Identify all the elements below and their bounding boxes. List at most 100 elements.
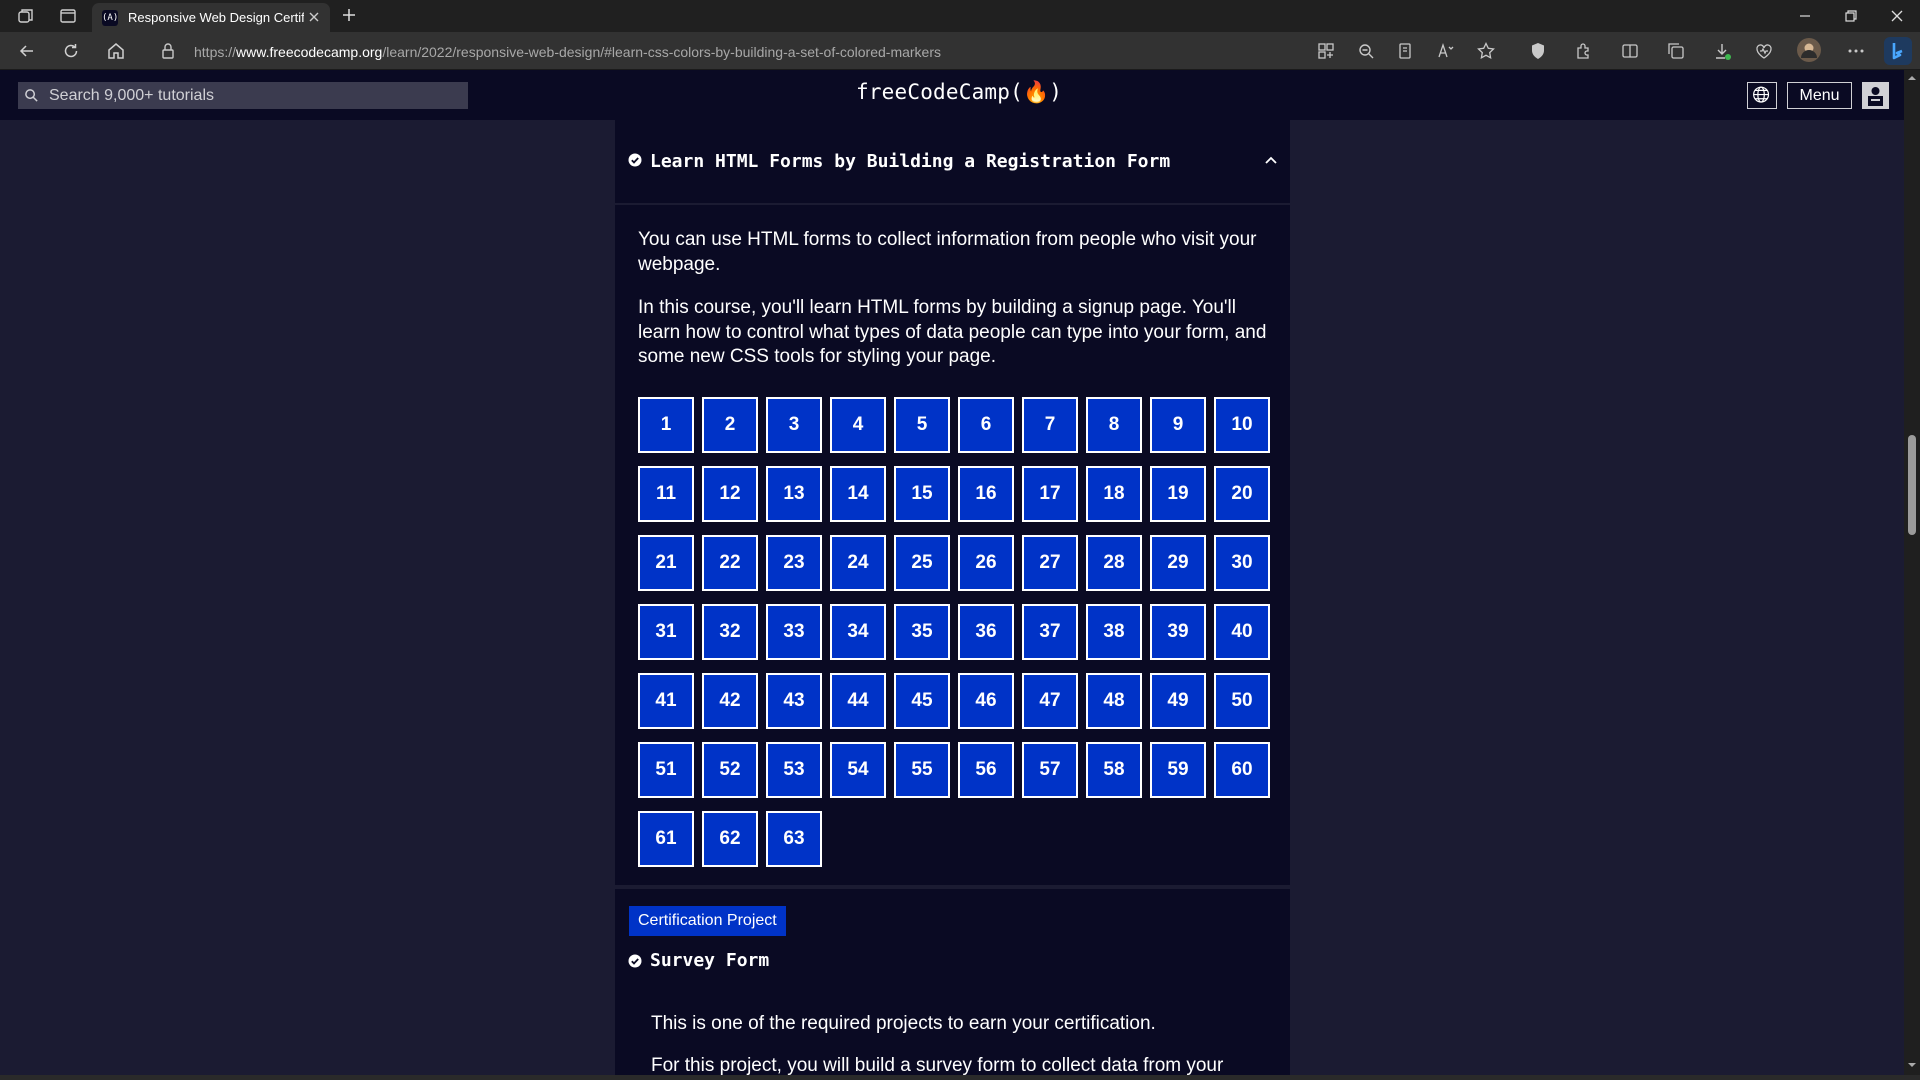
step-button[interactable]: 28: [1086, 535, 1142, 591]
step-button[interactable]: 27: [1022, 535, 1078, 591]
scroll-down-icon[interactable]: [1908, 1061, 1916, 1069]
step-button[interactable]: 46: [958, 673, 1014, 729]
profile-icon[interactable]: [1797, 38, 1821, 62]
step-button[interactable]: 48: [1086, 673, 1142, 729]
step-button[interactable]: 24: [830, 535, 886, 591]
step-button[interactable]: 33: [766, 604, 822, 660]
step-button[interactable]: 9: [1150, 397, 1206, 453]
step-button[interactable]: 1: [638, 397, 694, 453]
more-icon[interactable]: [1846, 41, 1866, 61]
step-button[interactable]: 38: [1086, 604, 1142, 660]
step-button[interactable]: 26: [958, 535, 1014, 591]
extensions-icon[interactable]: [1574, 41, 1594, 61]
search-input[interactable]: Search 9,000+ tutorials: [18, 82, 468, 109]
step-button[interactable]: 14: [830, 466, 886, 522]
step-button[interactable]: 7: [1022, 397, 1078, 453]
step-button[interactable]: 58: [1086, 742, 1142, 798]
step-button[interactable]: 3: [766, 397, 822, 453]
browser-essentials-icon[interactable]: [1754, 41, 1774, 61]
step-button[interactable]: 20: [1214, 466, 1270, 522]
step-button[interactable]: 56: [958, 742, 1014, 798]
chevron-up-icon[interactable]: [1264, 155, 1278, 165]
scroll-thumb[interactable]: [1908, 435, 1916, 535]
scroll-up-icon[interactable]: [1908, 74, 1916, 82]
read-aloud-icon[interactable]: [1436, 41, 1456, 61]
lock-icon[interactable]: [158, 41, 178, 61]
step-button[interactable]: 50: [1214, 673, 1270, 729]
downloads-icon[interactable]: [1712, 41, 1732, 61]
favorite-star-icon[interactable]: [1476, 41, 1496, 61]
avatar[interactable]: [1862, 82, 1889, 109]
shield-icon[interactable]: [1528, 41, 1548, 61]
step-button[interactable]: 55: [894, 742, 950, 798]
step-button[interactable]: 29: [1150, 535, 1206, 591]
step-button[interactable]: 17: [1022, 466, 1078, 522]
step-button[interactable]: 32: [702, 604, 758, 660]
zoom-out-icon[interactable]: [1356, 41, 1376, 61]
step-button[interactable]: 19: [1150, 466, 1206, 522]
step-button[interactable]: 49: [1150, 673, 1206, 729]
step-button[interactable]: 35: [894, 604, 950, 660]
step-button[interactable]: 30: [1214, 535, 1270, 591]
step-button[interactable]: 2: [702, 397, 758, 453]
step-button[interactable]: 45: [894, 673, 950, 729]
step-button[interactable]: 43: [766, 673, 822, 729]
site-logo[interactable]: freeCodeCamp(🔥): [856, 80, 1062, 105]
new-tab-icon[interactable]: [340, 6, 358, 24]
step-button[interactable]: 34: [830, 604, 886, 660]
refresh-icon[interactable]: [61, 41, 81, 61]
step-button[interactable]: 51: [638, 742, 694, 798]
menu-button[interactable]: Menu: [1787, 82, 1852, 109]
address-bar[interactable]: https://www.freecodecamp.org/learn/2022/…: [144, 36, 1224, 66]
step-button[interactable]: 4: [830, 397, 886, 453]
block-header[interactable]: Learn HTML Forms by Building a Registrat…: [615, 120, 1290, 205]
step-button[interactable]: 15: [894, 466, 950, 522]
step-button[interactable]: 5: [894, 397, 950, 453]
step-button[interactable]: 54: [830, 742, 886, 798]
step-button[interactable]: 42: [702, 673, 758, 729]
step-button[interactable]: 13: [766, 466, 822, 522]
language-button[interactable]: [1747, 82, 1777, 109]
step-button[interactable]: 21: [638, 535, 694, 591]
step-button[interactable]: 61: [638, 811, 694, 867]
step-button[interactable]: 6: [958, 397, 1014, 453]
step-button[interactable]: 18: [1086, 466, 1142, 522]
step-button[interactable]: 8: [1086, 397, 1142, 453]
step-button[interactable]: 62: [702, 811, 758, 867]
project-title[interactable]: Survey Form: [650, 950, 769, 971]
step-button[interactable]: 39: [1150, 604, 1206, 660]
page-scrollbar[interactable]: [1904, 70, 1920, 1075]
browser-tab-active[interactable]: (A) Responsive Web Design Certifica: [92, 3, 330, 32]
step-button[interactable]: 10: [1214, 397, 1270, 453]
home-icon[interactable]: [106, 41, 126, 61]
step-button[interactable]: 37: [1022, 604, 1078, 660]
url-text[interactable]: https://www.freecodecamp.org/learn/2022/…: [194, 44, 941, 60]
step-button[interactable]: 16: [958, 466, 1014, 522]
step-button[interactable]: 25: [894, 535, 950, 591]
step-button[interactable]: 36: [958, 604, 1014, 660]
minimize-icon[interactable]: [1795, 6, 1815, 26]
step-button[interactable]: 22: [702, 535, 758, 591]
step-button[interactable]: 63: [766, 811, 822, 867]
step-button[interactable]: 53: [766, 742, 822, 798]
app-available-icon[interactable]: [1316, 41, 1336, 61]
step-button[interactable]: 40: [1214, 604, 1270, 660]
block-title[interactable]: Learn HTML Forms by Building a Registrat…: [650, 151, 1170, 172]
step-button[interactable]: 52: [702, 742, 758, 798]
step-button[interactable]: 41: [638, 673, 694, 729]
step-button[interactable]: 31: [638, 604, 694, 660]
restore-icon[interactable]: [1841, 6, 1861, 26]
step-button[interactable]: 23: [766, 535, 822, 591]
close-tab-icon[interactable]: [306, 9, 322, 25]
step-button[interactable]: 44: [830, 673, 886, 729]
back-icon[interactable]: [17, 41, 37, 61]
split-screen-icon[interactable]: [1620, 41, 1640, 61]
bing-copilot-icon[interactable]: [1884, 37, 1912, 65]
close-window-icon[interactable]: [1887, 6, 1907, 26]
step-button[interactable]: 47: [1022, 673, 1078, 729]
step-button[interactable]: 11: [638, 466, 694, 522]
step-button[interactable]: 59: [1150, 742, 1206, 798]
collections-icon[interactable]: [1666, 41, 1686, 61]
immersive-reader-icon[interactable]: [1396, 41, 1416, 61]
tab-actions-icon[interactable]: [58, 6, 78, 26]
